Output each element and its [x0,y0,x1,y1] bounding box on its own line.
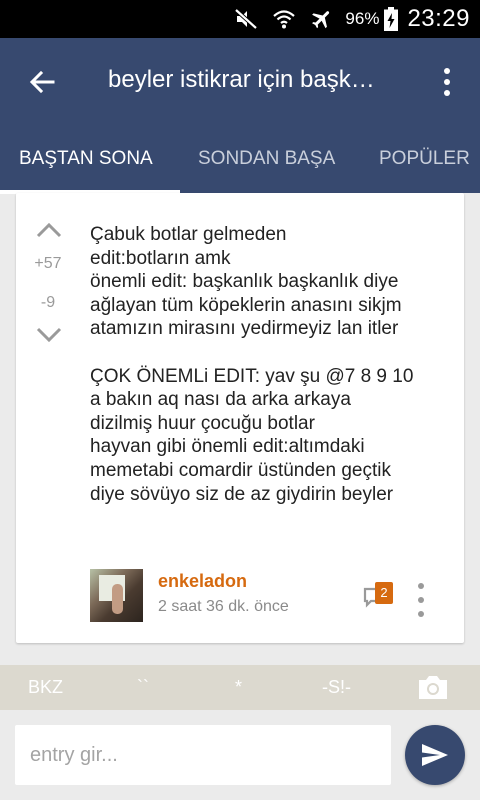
hidden-bkz-button[interactable]: `` [137,677,149,698]
entry-timestamp: 2 saat 36 dk. önce [158,598,289,615]
tab-bastan-sona[interactable]: BAŞTAN SONA [19,148,153,170]
author-name[interactable]: enkeladon [158,571,247,592]
downvote-count: -9 [40,294,56,311]
tab-sondan-basa[interactable]: SONDAN BAŞA [198,148,335,170]
tab-bar: BAŞTAN SONA SONDAN BAŞA POPÜLER [0,138,480,194]
airplane-icon [309,6,335,32]
entry-line: atamızın mirasını yedirmeyiz lan itler [90,318,399,340]
entry-line: a bakın aq nası da arka arkaya [90,389,351,411]
entry-line: hayvan gibi önemli edit:altımdaki [90,436,365,458]
send-button[interactable] [405,725,465,785]
more-vert-icon[interactable] [414,583,428,617]
arrow-back-icon[interactable] [22,62,62,102]
tab-populer[interactable]: POPÜLER [379,148,470,170]
status-bar: 96% 23:29 [0,0,480,38]
format-toolbar: BKZ `` * -S!- [0,665,480,710]
entry-line: edit:botların amk [90,247,231,269]
battery-charging-icon [383,6,399,32]
downvote-chevron-icon[interactable] [34,325,64,345]
battery-percent: 96% [345,9,380,28]
avatar[interactable] [90,569,143,622]
spoiler-button[interactable]: -S!- [322,677,351,698]
entry-blank-line [90,341,452,365]
bkz-button[interactable]: BKZ [28,677,63,698]
send-icon [422,744,448,766]
more-vert-icon[interactable] [432,62,462,102]
app-bar: beyler istikrar için başk… BAŞTAN SONA S… [0,38,480,194]
comment-count-badge: 2 [375,582,393,604]
entry-line: önemli edit: başkanlık başkanlık diye [90,271,399,293]
page-title: beyler istikrar için başk… [108,66,375,93]
entry-card: +57 -9 Çabuk botlar gelmeden edit:botlar… [16,193,464,643]
camera-icon[interactable] [417,673,449,701]
upvote-chevron-icon[interactable] [34,220,64,240]
entry-line: dizilmiş huur çocuğu botlar [90,412,315,434]
entry-line: diye sövüyo siz de az giydirin beyler [90,483,394,505]
asterisk-button[interactable]: * [235,677,242,698]
entry-line: memetabi comardir üstünden geçtik [90,459,391,481]
upvote-count: +57 [34,255,62,272]
wifi-icon [271,6,297,32]
clock: 23:29 [407,5,470,32]
entry-text: Çabuk botlar gelmeden edit:botların amk … [90,223,452,506]
mute-icon [233,6,259,32]
entry-line: ÇOK ÖNEMLi EDIT: yav şu @7 8 9 10 [90,365,414,387]
entry-line: Çabuk botlar gelmeden [90,224,287,245]
entry-line: ağlayan tüm köpeklerin anasını sikjm [90,294,402,316]
input-area [0,710,480,800]
entry-input[interactable] [15,725,391,785]
